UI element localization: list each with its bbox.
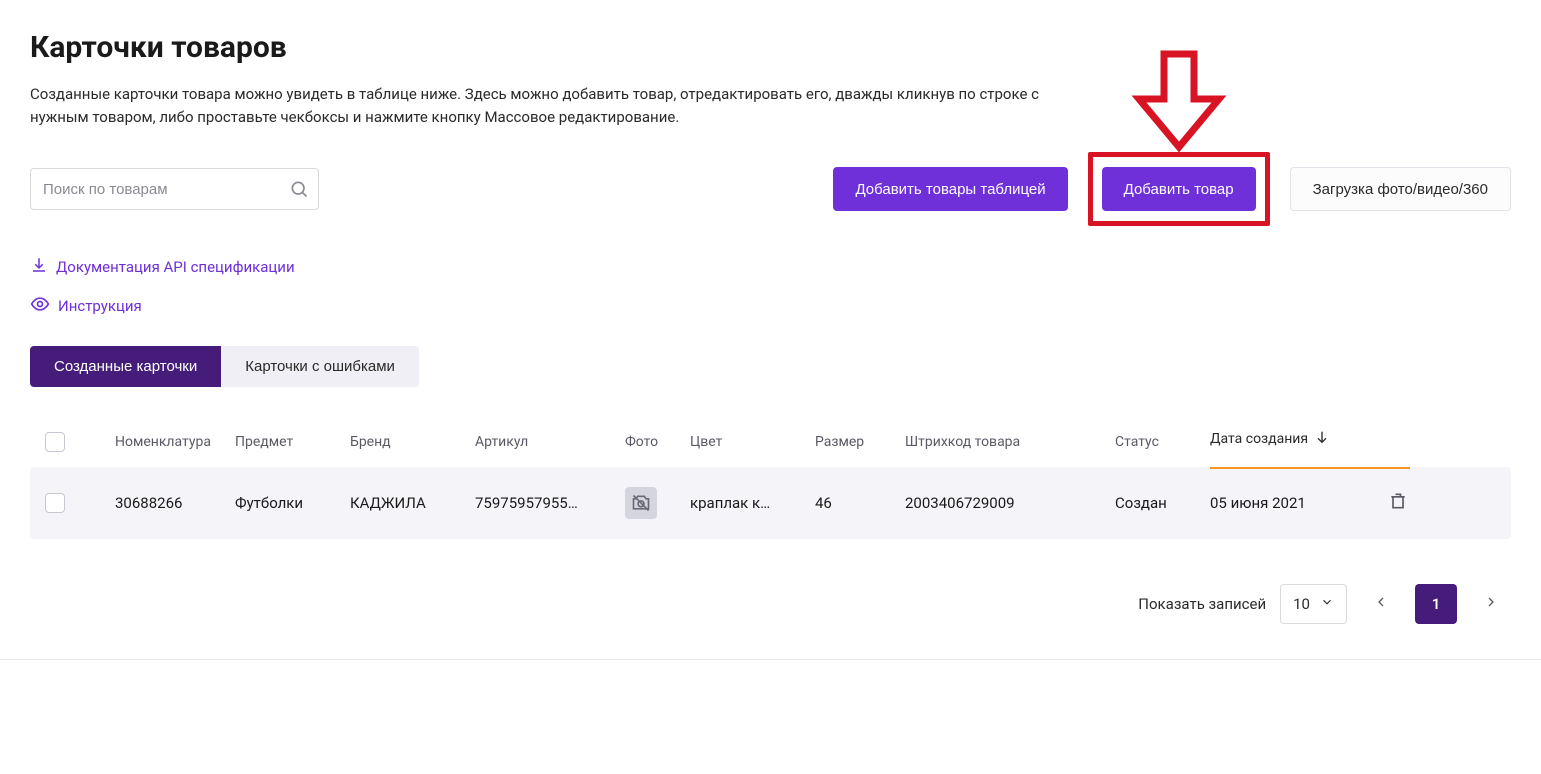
row-checkbox[interactable] <box>45 493 65 513</box>
add-product-button[interactable]: Добавить товар <box>1102 167 1256 211</box>
cell-brand: КАДЖИЛА <box>350 494 475 512</box>
col-article[interactable]: Артикул <box>475 434 625 450</box>
instruction-label: Инструкция <box>58 297 142 315</box>
col-photo[interactable]: Фото <box>625 434 690 450</box>
col-brand[interactable]: Бренд <box>350 434 475 450</box>
arrow-down-icon <box>1124 49 1234 154</box>
search-wrap <box>30 168 319 210</box>
cell-created: 05 июня 2021 <box>1210 494 1380 512</box>
pagination: Показать записей 10 1 <box>30 579 1511 629</box>
instruction-link[interactable]: Инструкция <box>30 294 142 318</box>
table-header: Номенклатура Предмет Бренд Артикул Фото … <box>30 417 1511 467</box>
page-title: Карточки товаров <box>30 30 1511 65</box>
cell-size: 46 <box>815 494 905 512</box>
cell-barcode: 2003406729009 <box>905 494 1115 512</box>
page-description: Созданные карточки товара можно увидеть … <box>30 83 1050 128</box>
search-icon <box>289 179 309 199</box>
api-doc-label: Документация API спецификации <box>56 258 295 276</box>
no-photo-icon <box>625 487 657 519</box>
api-doc-link[interactable]: Документация API спецификации <box>30 256 295 278</box>
col-size[interactable]: Размер <box>815 434 905 450</box>
col-nomenclature[interactable]: Номенклатура <box>115 434 235 450</box>
select-all-checkbox[interactable] <box>45 432 65 452</box>
bottom-divider <box>0 659 1541 660</box>
col-color[interactable]: Цвет <box>690 434 815 450</box>
chevron-right-icon <box>1483 594 1499 614</box>
table-row[interactable]: 30688266 Футболки КАДЖИЛА 75975957955… к… <box>30 467 1511 539</box>
col-status[interactable]: Статус <box>1115 434 1210 450</box>
prev-page-button[interactable] <box>1361 584 1401 624</box>
cell-nomenclature: 30688266 <box>115 494 235 512</box>
add-products-table-button[interactable]: Добавить товары таблицей <box>833 167 1067 211</box>
cell-article: 75975957955… <box>475 494 625 512</box>
page-size-label: Показать записей <box>1138 595 1266 613</box>
col-created-date[interactable]: Дата создания <box>1210 429 1380 455</box>
search-input[interactable] <box>30 168 319 210</box>
cell-color: краплак к… <box>690 494 815 512</box>
chevron-left-icon <box>1373 594 1389 614</box>
col-subject[interactable]: Предмет <box>235 434 350 450</box>
cell-subject: Футболки <box>235 494 350 512</box>
upload-media-button[interactable]: Загрузка фото/видео/360 <box>1290 167 1511 211</box>
page-number-1[interactable]: 1 <box>1415 584 1457 624</box>
download-icon <box>30 256 48 278</box>
tabs: Созданные карточки Карточки с ошибками <box>30 346 419 387</box>
eye-icon <box>30 294 50 318</box>
col-barcode[interactable]: Штрихкод товара <box>905 434 1115 450</box>
action-row: Добавить товары таблицей Добавить товар … <box>30 152 1511 226</box>
trash-icon <box>1388 491 1408 515</box>
page-size-select[interactable]: 10 <box>1280 584 1347 624</box>
sort-desc-icon <box>1314 429 1330 449</box>
cell-status: Создан <box>1115 494 1210 512</box>
tab-created-cards[interactable]: Созданные карточки <box>30 346 221 387</box>
products-table: Номенклатура Предмет Бренд Артикул Фото … <box>30 417 1511 539</box>
help-links: Документация API спецификации Инструкция <box>30 256 1511 318</box>
highlight-annotation: Добавить товар <box>1088 152 1270 226</box>
tab-error-cards[interactable]: Карточки с ошибками <box>221 346 419 387</box>
next-page-button[interactable] <box>1471 584 1511 624</box>
page-size-value: 10 <box>1293 595 1310 613</box>
col-created-label: Дата создания <box>1210 431 1308 447</box>
delete-row-button[interactable] <box>1380 485 1416 521</box>
chevron-down-icon <box>1320 595 1334 613</box>
